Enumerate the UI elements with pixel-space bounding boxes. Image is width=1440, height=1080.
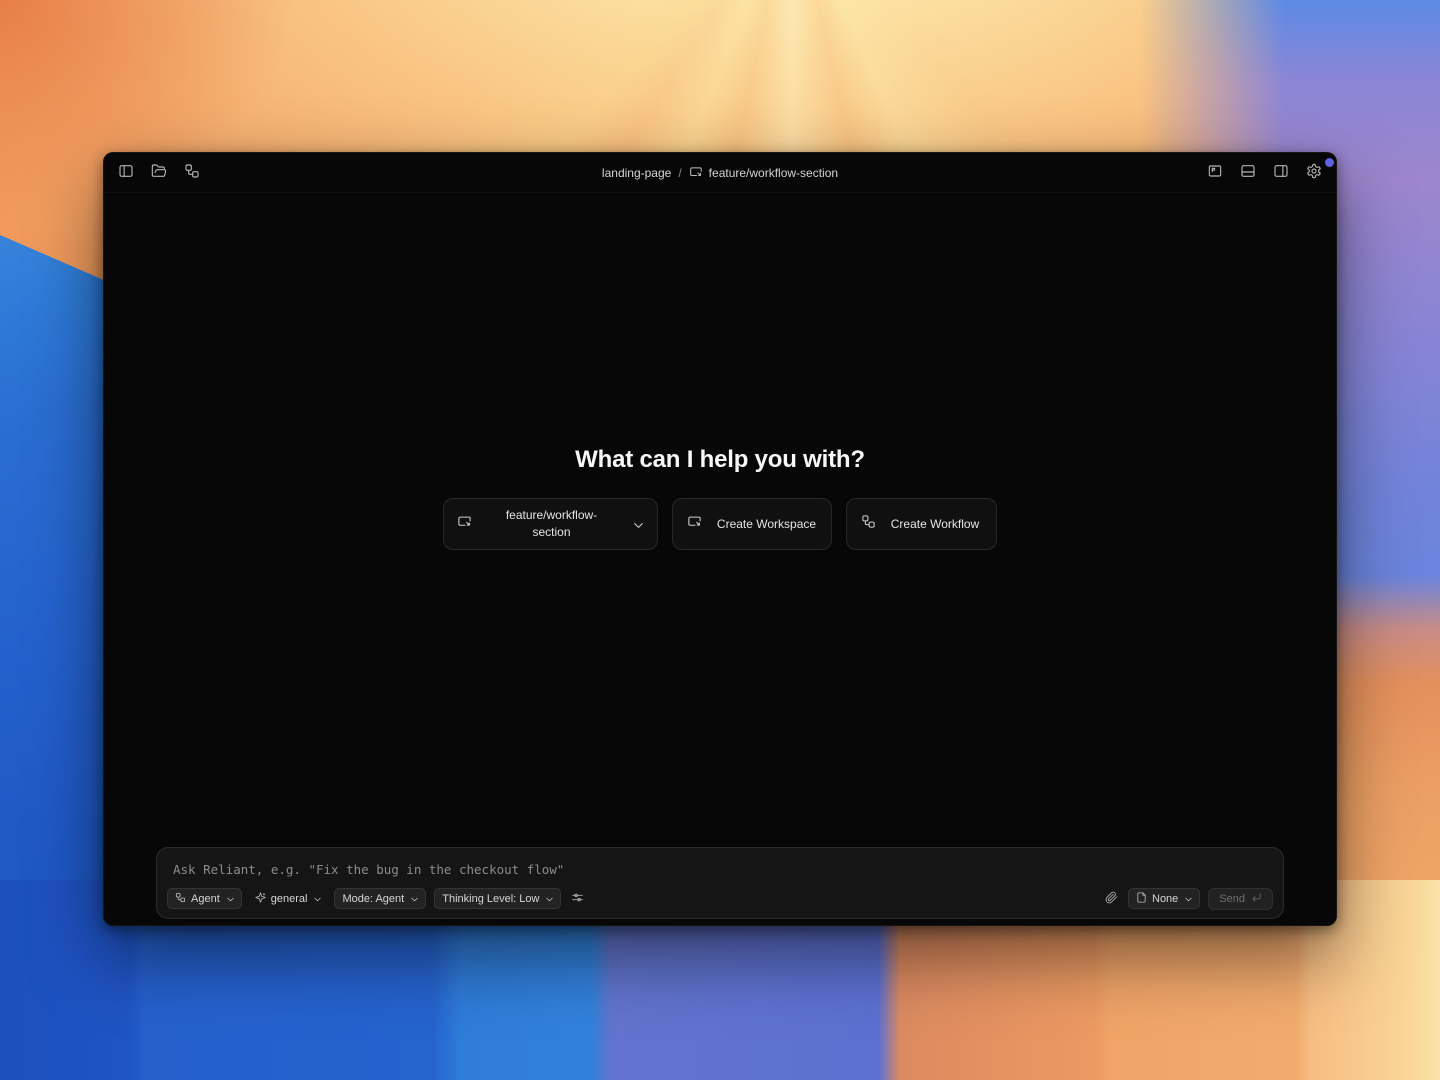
create-workspace-button[interactable]: Create Workspace <box>672 498 832 550</box>
agent-selector-chip[interactable]: Agent <box>167 888 242 909</box>
page-title: What can I help you with? <box>575 446 865 473</box>
workflow-icon <box>175 892 186 906</box>
attach-file-button[interactable] <box>1103 888 1120 909</box>
create-workflow-button[interactable]: Create Workflow <box>846 498 997 550</box>
workspace-icon <box>457 514 472 534</box>
model-selector-chip[interactable]: general <box>250 888 327 909</box>
empty-state: What can I help you with? feature/workfl… <box>104 174 1336 822</box>
paperclip-icon <box>1105 891 1118 907</box>
workspace-selector-button[interactable]: feature/workflow-section <box>443 498 658 550</box>
sparkles-icon <box>255 892 266 906</box>
chevron-down-icon <box>1183 894 1192 903</box>
app-window: landing-page / feature/workflow-section <box>103 152 1337 926</box>
composer-toolbar: Agent general Mode: Agent Thinking Level… <box>167 887 1273 910</box>
desktop-wallpaper: landing-page / feature/workflow-section <box>0 0 1440 1080</box>
agent-selector-label: Agent <box>191 892 220 905</box>
send-button-label: Send <box>1219 892 1245 905</box>
mode-selector-chip[interactable]: Mode: Agent <box>334 888 427 909</box>
workspace-selector-label: feature/workflow-section <box>505 508 598 539</box>
create-workflow-label: Create Workflow <box>890 516 980 531</box>
sliders-icon <box>571 891 584 907</box>
chevron-down-icon <box>631 518 643 530</box>
workspace-icon <box>687 514 702 534</box>
file-icon <box>1136 892 1147 906</box>
composer-settings-button[interactable] <box>569 888 586 909</box>
chevron-down-icon <box>409 894 418 903</box>
thinking-level-label: Thinking Level: Low <box>442 892 540 905</box>
chevron-down-icon <box>312 894 322 903</box>
chevron-down-icon <box>225 894 234 903</box>
workflow-icon <box>861 514 876 534</box>
thinking-level-chip[interactable]: Thinking Level: Low <box>434 888 562 909</box>
model-selector-label: general <box>270 892 308 905</box>
attachment-selector-chip[interactable]: None <box>1128 888 1201 909</box>
create-workspace-label: Create Workspace <box>716 516 817 531</box>
composer-panel: Agent general Mode: Agent <box>156 847 1284 919</box>
chevron-down-icon <box>544 894 554 903</box>
return-key-icon <box>1251 892 1262 906</box>
quick-actions: feature/workflow-section Create Workspac… <box>443 498 997 550</box>
send-button[interactable]: Send <box>1208 887 1273 910</box>
mode-selector-label: Mode: Agent <box>342 892 405 905</box>
prompt-input[interactable] <box>173 859 1267 879</box>
attachment-selector-label: None <box>1152 892 1179 905</box>
